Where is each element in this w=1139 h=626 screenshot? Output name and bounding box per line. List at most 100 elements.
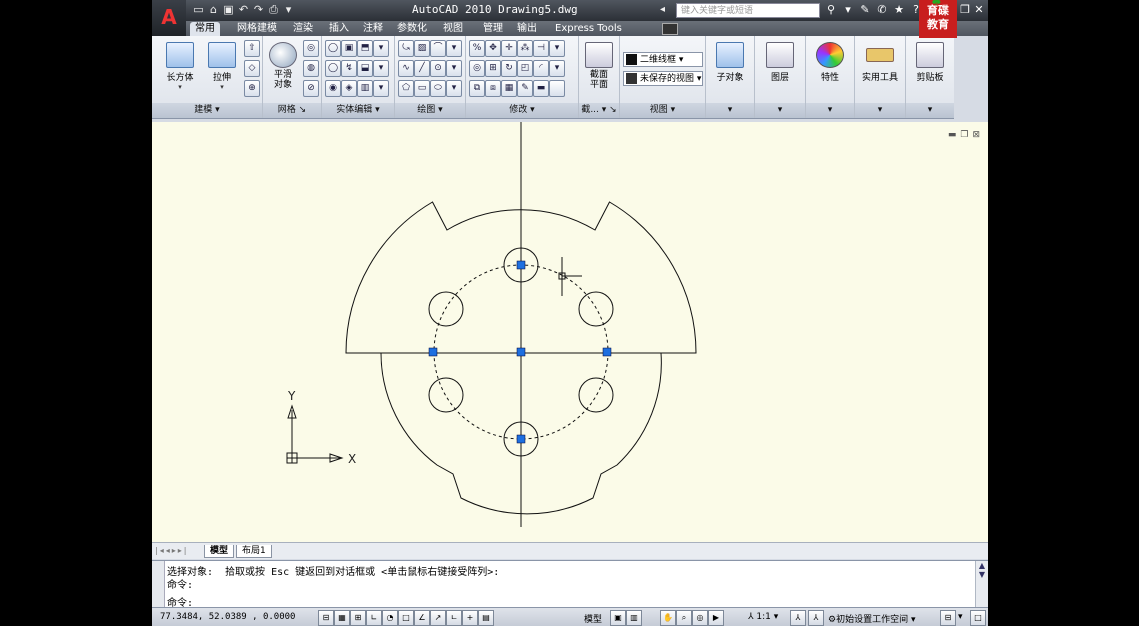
extrude-dropdown-icon[interactable]: ▾	[200, 83, 244, 91]
eraser-icon[interactable]: ◇	[244, 60, 260, 77]
ellipse-icon[interactable]: ⬭	[430, 80, 446, 97]
restore-icon[interactable]: ❐	[960, 3, 970, 16]
subtract-icon[interactable]: ◯	[325, 60, 341, 77]
otrack-icon[interactable]: ↗	[430, 610, 446, 626]
grid-display-icon[interactable]: ⊞	[350, 610, 366, 626]
explode-icon[interactable]: ▦	[501, 80, 517, 97]
zoom-icon[interactable]: ⌕	[676, 610, 692, 626]
ribbon-minimize-icon[interactable]	[662, 23, 678, 35]
scale-icon[interactable]: %	[469, 40, 485, 57]
drawing-canvas[interactable]: ▬ ❐ ⊠ Y X	[152, 122, 988, 542]
panel-label-modeling[interactable]: 建模 ▾	[152, 103, 262, 118]
tab-insert[interactable]: 插入	[324, 22, 354, 36]
erase-icon[interactable]: ▬	[533, 80, 549, 97]
slice-icon[interactable]: ▥	[357, 80, 373, 97]
dropdown-icon[interactable]: ▾	[841, 3, 855, 17]
properties-expand[interactable]: ▾	[806, 103, 854, 118]
lineweight-icon[interactable]: ▤	[478, 610, 494, 626]
clipboard-button[interactable]: 剪贴板	[908, 42, 952, 83]
extrude-face-icon[interactable]: ⬒	[357, 40, 373, 57]
arc-icon[interactable]: ⌒	[430, 40, 446, 57]
spline-icon[interactable]: ∿	[398, 60, 414, 77]
status-tray-menu-icon[interactable]: ▾	[958, 612, 963, 622]
dropdown-arrow-icon[interactable]: ▾	[373, 60, 389, 77]
mesh-crease-icon[interactable]: ⊘	[303, 80, 319, 97]
tab-parametric[interactable]: 参数化	[392, 22, 432, 36]
trim-icon[interactable]: ⊣	[533, 40, 549, 57]
hatch-icon[interactable]: ▨	[414, 40, 430, 57]
ortho-mode-icon[interactable]: ∟	[366, 610, 382, 626]
annotation-scale[interactable]: ⅄ 1:1 ▾	[748, 612, 778, 622]
grip-top[interactable]	[516, 260, 526, 270]
dropdown-arrow-icon[interactable]: ▾	[373, 80, 389, 97]
union-solid-icon[interactable]: ◯	[325, 40, 341, 57]
tab-model[interactable]: 模型	[204, 545, 235, 558]
extrude-button[interactable]: 拉伸 ▾	[200, 42, 244, 91]
layout-nav-arrows-icon[interactable]: |◂◂▸▸|	[155, 546, 188, 555]
subscription-icon[interactable]: ✎	[858, 3, 872, 17]
dropdown-arrow-icon[interactable]: ▾	[549, 40, 565, 57]
tab-render[interactable]: 渲染	[288, 22, 318, 36]
subobject-button[interactable]: 子对象	[708, 42, 752, 83]
tab-home[interactable]: 常用	[190, 22, 220, 36]
section-plane-button[interactable]: 截面 平面	[577, 42, 621, 90]
rotate-icon[interactable]: ↻	[501, 60, 517, 77]
panel-label-section[interactable]: 截... ▾ ↘	[579, 103, 619, 118]
dropdown-arrow-icon[interactable]: ▾	[373, 40, 389, 57]
extract-edges-icon[interactable]: ▣	[341, 40, 357, 57]
circle-icon[interactable]: ⊙	[430, 60, 446, 77]
rotate-3d-icon[interactable]: ✥	[485, 40, 501, 57]
tab-mesh-modeling[interactable]: 网格建模	[232, 22, 282, 36]
panel-label-draw[interactable]: 绘图 ▾	[395, 103, 465, 118]
properties-button[interactable]: 特性	[808, 42, 852, 83]
panel-label-view[interactable]: 视图 ▾	[620, 103, 705, 118]
hole-upper-right[interactable]	[578, 291, 614, 327]
hole-lower-right[interactable]	[578, 377, 614, 413]
hole-lower-left[interactable]	[428, 377, 464, 413]
3d-array-icon[interactable]: ⊞	[485, 60, 501, 77]
annotation-visibility-icon[interactable]: ⅄	[790, 610, 806, 626]
hole-upper-left[interactable]	[428, 291, 464, 327]
qat-dropdown-icon[interactable]: ▾	[282, 3, 295, 17]
object-snap-icon[interactable]: □	[398, 610, 414, 626]
separate-icon[interactable]: ⬓	[357, 60, 373, 77]
dynamic-ucs-icon[interactable]: ㄴ	[446, 610, 462, 626]
snap-mode-icon[interactable]: ▦	[334, 610, 350, 626]
box-dropdown-icon[interactable]: ▾	[158, 83, 202, 91]
workspace-switch[interactable]: ⚙初始设置工作空间 ▾	[828, 612, 915, 625]
3d-osnap-icon[interactable]: ∠	[414, 610, 430, 626]
tab-express-tools[interactable]: Express Tools	[550, 22, 627, 36]
panel-label-mesh[interactable]: 网格 ↘	[263, 103, 321, 118]
dropdown-arrow-icon[interactable]: ▾	[446, 60, 462, 77]
panel-label-solid-editing[interactable]: 实体编辑 ▾	[322, 103, 394, 118]
move-icon[interactable]: ✛	[501, 40, 517, 57]
command-scrollbar[interactable]: ▲ ▼	[975, 561, 988, 608]
smooth-object-button[interactable]: 平滑 对象	[261, 42, 305, 90]
fillet-icon[interactable]: ◜	[533, 60, 549, 77]
brush-icon[interactable]: ✎	[517, 80, 533, 97]
new-icon[interactable]: ▭	[192, 3, 205, 17]
polygon-icon[interactable]: ⬠	[398, 80, 414, 97]
favorites-icon[interactable]: ★	[892, 3, 906, 17]
panel-label-modify[interactable]: 修改 ▾	[466, 103, 578, 118]
polar-tracking-icon[interactable]: ◔	[382, 610, 398, 626]
steeringwheel-icon[interactable]: ◎	[692, 610, 708, 626]
union-icon[interactable]: ⊕	[244, 80, 260, 97]
grip-left[interactable]	[428, 347, 438, 357]
clean-screen-icon[interactable]: □	[970, 610, 986, 626]
grip-bottom[interactable]	[516, 434, 526, 444]
print-icon[interactable]: ⎙	[267, 3, 280, 17]
save-icon[interactable]: ▣	[222, 3, 235, 17]
info-arrow-icon[interactable]: ◂	[660, 4, 672, 16]
pan-icon[interactable]: ✋	[660, 610, 676, 626]
redo-icon[interactable]: ↷	[252, 3, 265, 17]
model-space-label[interactable]: 模型	[584, 612, 602, 625]
search-input[interactable]: 键入关键字或短语	[676, 3, 820, 18]
cad-geometry[interactable]: Y X	[152, 122, 988, 542]
autoscale-icon[interactable]: ⅄	[808, 610, 824, 626]
tab-view[interactable]: 视图	[438, 22, 468, 36]
undo-icon[interactable]: ↶	[237, 3, 250, 17]
close-icon[interactable]: ✕	[974, 3, 984, 16]
tab-output[interactable]: 输出	[512, 22, 542, 36]
infer-constraints-icon[interactable]: ⊟	[318, 610, 334, 626]
